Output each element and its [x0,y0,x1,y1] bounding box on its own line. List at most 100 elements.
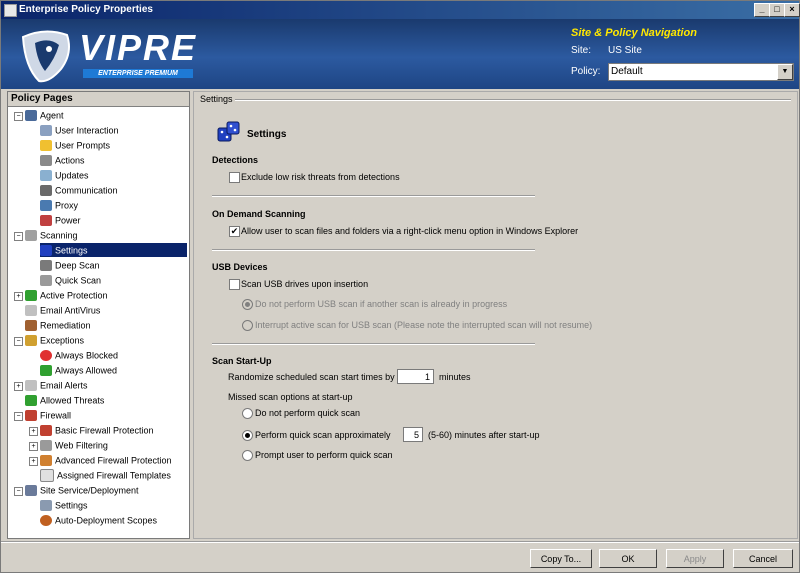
server-icon [25,485,37,497]
exclude-low-risk-label: Exclude low risk threats from detections [241,172,400,182]
tree-item-deep-scan[interactable]: Deep Scan [40,258,100,272]
quick-scan-approx-label: Perform quick scan approximately [255,430,391,440]
tree-item-advanced-firewall-protection[interactable]: Advanced Firewall Protection [40,453,172,467]
expand-toggle-basic-firewall[interactable]: + [29,427,38,436]
usb-title: USB Devices [212,262,268,272]
tree-item-web-filtering[interactable]: Web Filtering [40,438,108,452]
firewall-icon [25,410,37,422]
tree-item-site-service-deployment[interactable]: Site Service/Deployment [25,483,139,497]
nav-title: Site & Policy Navigation [571,27,697,39]
on-demand-title: On Demand Scanning [212,209,306,219]
vipre-logo-icon [21,30,70,83]
tree-item-allowed-threats[interactable]: Allowed Threats [25,393,104,407]
vipre-logo-subtitle: ENTERPRISE PREMIUM [83,69,193,78]
shield-icon [25,290,37,302]
minimize-button[interactable]: _ [754,3,770,17]
tree-item-quick-scan[interactable]: Quick Scan [40,273,101,287]
deep-scan-icon [40,260,52,272]
policy-pages-tree: Policy Pages − Agent User Interaction Us… [7,91,190,539]
expand-toggle-web-filtering[interactable]: + [29,442,38,451]
tree-item-user-interaction[interactable]: User Interaction [40,123,119,137]
tree-item-communication[interactable]: Communication [40,183,118,197]
group-divider [234,99,791,101]
deployment-icon [40,515,52,527]
apply-button[interactable]: Apply [666,549,724,568]
user-interaction-icon [40,125,52,137]
tree-item-always-allowed[interactable]: Always Allowed [40,363,117,377]
divider [212,343,535,345]
tree-item-updates[interactable]: Updates [40,168,89,182]
maximize-button[interactable]: □ [769,3,785,17]
usb-interrupt-radio[interactable] [242,320,253,331]
tree-item-scanning[interactable]: Scanning [25,228,78,242]
site-label: Site: [571,45,592,56]
vipre-logo-text: VIPRE [79,27,198,68]
collapse-toggle-agent[interactable]: − [14,112,23,121]
tree-item-email-alerts[interactable]: Email Alerts [25,378,88,392]
policy-select-value: Default [611,66,643,77]
proxy-icon [40,200,52,212]
gears-icon [40,155,52,167]
scan-usb-label: Scan USB drives upon insertion [241,279,369,289]
collapse-toggle-site-service[interactable]: − [14,487,23,496]
usb-no-scan-label: Do not perform USB scan if another scan … [255,299,508,309]
policy-pages-header: Policy Pages [8,92,189,107]
tree-item-user-prompts[interactable]: User Prompts [40,138,110,152]
warning-icon [40,140,52,152]
advanced-firewall-icon [40,455,52,467]
chevron-down-icon[interactable]: ▼ [777,64,793,80]
tree-item-email-antivirus[interactable]: Email AntiVirus [25,303,100,317]
usb-no-scan-radio[interactable] [242,299,253,310]
tree-item-auto-deployment-scopes[interactable]: Auto-Deployment Scopes [40,513,157,527]
divider [212,249,535,251]
tree-item-always-blocked[interactable]: Always Blocked [40,348,118,362]
policy-window: Enterprise Policy Properties _ □ × VIPRE… [0,0,800,573]
web-filter-icon [40,440,52,452]
expand-toggle-active-protection[interactable]: + [14,292,23,301]
checkmark-icon [40,365,52,377]
email-icon [25,305,37,317]
allow-right-click-checkbox[interactable]: ✔ [229,226,240,237]
missed-scan-label: Missed scan options at start-up [228,392,353,402]
tree-item-exceptions[interactable]: Exceptions [25,333,84,347]
expand-toggle-email-alerts[interactable]: + [14,382,23,391]
detections-title: Detections [212,155,259,165]
agent-icon [25,110,37,122]
site-value: US Site [608,45,642,56]
tree-item-firewall[interactable]: Firewall [25,408,71,422]
tree-item-site-settings[interactable]: Settings [40,498,88,512]
tree-item-active-protection[interactable]: Active Protection [25,288,108,302]
tree-item-actions[interactable]: Actions [40,153,85,167]
header-banner: VIPRE ENTERPRISE PREMIUM Site & Policy N… [1,19,799,89]
randomize-label: Randomize scheduled scan start times by [228,372,395,382]
remediation-icon [25,320,37,332]
exclude-low-risk-checkbox[interactable] [229,172,240,183]
close-button[interactable]: × [784,3,800,17]
collapse-toggle-firewall[interactable]: − [14,412,23,421]
scan-usb-checkbox[interactable] [229,279,240,290]
tree-item-proxy[interactable]: Proxy [40,198,78,212]
policy-select[interactable]: Default ▼ [608,63,794,81]
quick-scan-minutes-input[interactable]: 5 [403,427,423,442]
tree-item-remediation[interactable]: Remediation [25,318,91,332]
collapse-toggle-scanning[interactable]: − [14,232,23,241]
prompt-quick-scan-radio[interactable] [242,450,253,461]
quick-scan-approx-radio[interactable] [242,430,253,441]
tree-item-basic-firewall-protection[interactable]: Basic Firewall Protection [40,423,154,437]
usb-interrupt-label: Interrupt active scan for USB scan (Plea… [255,320,593,330]
expand-toggle-advanced-firewall[interactable]: + [29,457,38,466]
randomize-unit-label: minutes [439,372,471,382]
tree-item-power[interactable]: Power [40,213,81,227]
copy-to-button[interactable]: Copy To... [530,549,592,568]
tree-item-assigned-firewall-templates[interactable]: Assigned Firewall Templates [40,468,171,483]
randomize-minutes-input[interactable]: 1 [397,369,434,384]
prompt-quick-scan-label: Prompt user to perform quick scan [255,450,393,460]
tree-item-agent[interactable]: Agent [25,108,64,122]
group-label: Settings [200,94,235,104]
cancel-button[interactable]: Cancel [733,549,793,568]
ok-button[interactable]: OK [599,549,657,568]
no-quick-scan-radio[interactable] [242,408,253,419]
tree-item-scanning-settings[interactable]: Settings [40,243,187,257]
collapse-toggle-exceptions[interactable]: − [14,337,23,346]
title-bar: Enterprise Policy Properties _ □ × [1,1,800,19]
